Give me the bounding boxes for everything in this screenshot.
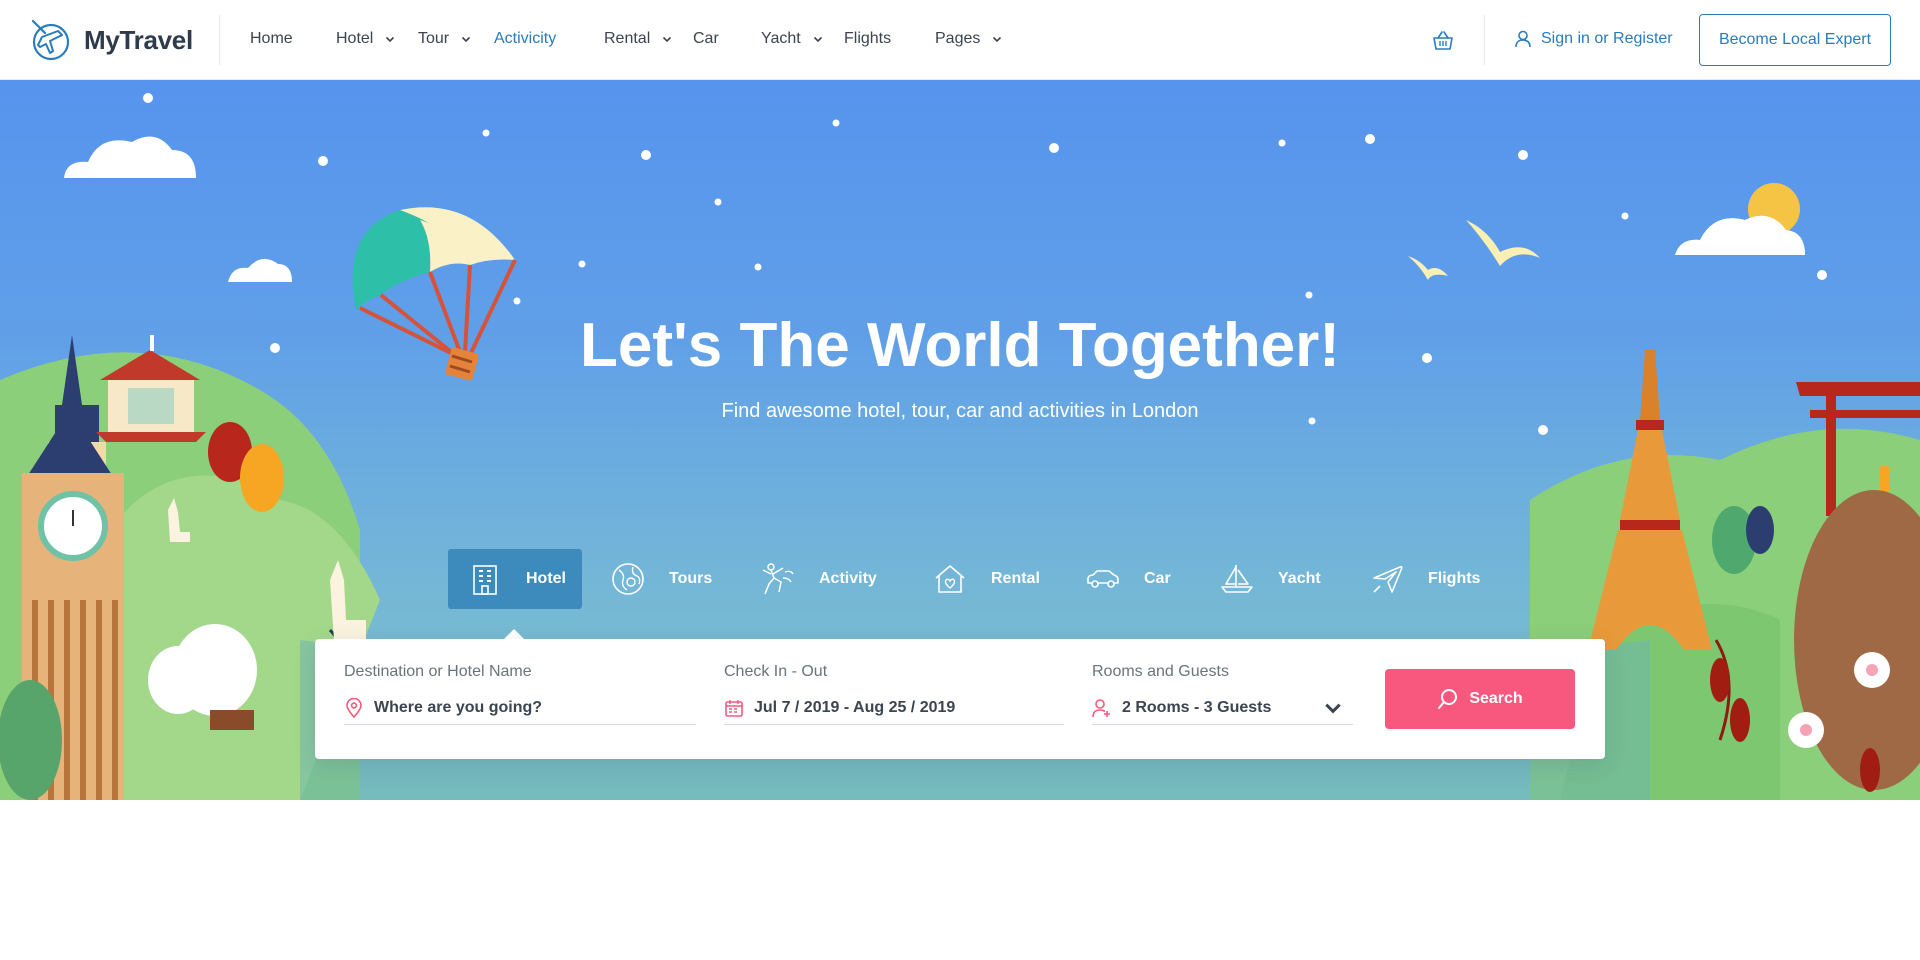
destination-placeholder: Where are you going?: [374, 698, 543, 716]
guests-field: Rooms and Guests 2 Rooms - 3 Guests: [1092, 663, 1353, 725]
tab-hotel[interactable]: Hotel: [448, 549, 582, 609]
dates-field: Check In - Out Jul 7 / 2019 - Aug 25 / 2…: [724, 663, 1064, 725]
nav-yacht[interactable]: Yacht: [761, 30, 823, 48]
airplane-icon: [1373, 566, 1403, 593]
nav-flights[interactable]: Flights: [844, 30, 891, 48]
activity-climber-icon: [762, 563, 794, 595]
nav-car[interactable]: Car: [693, 30, 719, 48]
search-button-label: Search: [1469, 690, 1523, 707]
signin-link[interactable]: Sign in or Register: [1514, 30, 1673, 48]
site-header: MyTravel Home Hotel Tour Activicity Rent…: [0, 0, 1920, 80]
search-button[interactable]: Search: [1385, 669, 1575, 729]
tab-flights[interactable]: Flights: [1370, 549, 1480, 609]
map-pin-icon: [346, 697, 362, 718]
hero-section: Let's The World Together! Find awesome h…: [0, 80, 1920, 800]
guests-select[interactable]: 2 Rooms - 3 Guests: [1092, 691, 1353, 725]
signin-label: Sign in or Register: [1541, 30, 1673, 47]
nav-hotel-label: Hotel: [336, 30, 374, 47]
tab-tours[interactable]: Tours: [611, 549, 712, 609]
search-icon: [1438, 689, 1458, 709]
logo-text: MyTravel: [84, 24, 193, 55]
search-form: Destination or Hotel Name Where are you …: [315, 639, 1605, 759]
nav-yacht-label: Yacht: [761, 30, 801, 47]
nav-pages-label: Pages: [935, 30, 981, 47]
car-icon: [1087, 570, 1119, 588]
tab-flights-label: Flights: [1428, 570, 1481, 587]
become-local-expert-button[interactable]: Become Local Expert: [1699, 14, 1891, 66]
chevron-down-icon: [813, 36, 822, 43]
chevron-down-icon: [462, 36, 471, 43]
user-icon: [1515, 30, 1531, 48]
site-logo[interactable]: MyTravel: [28, 18, 193, 62]
header-divider: [1484, 15, 1485, 65]
yacht-icon: [1221, 565, 1253, 593]
nav-rental-label: Rental: [604, 30, 651, 47]
calendar-icon: [725, 699, 743, 717]
nav-home[interactable]: Home: [250, 30, 293, 48]
nav-tour-label: Tour: [418, 30, 450, 47]
tab-hotel-label: Hotel: [526, 570, 566, 587]
chevron-down-icon: [663, 36, 672, 43]
tab-yacht-label: Yacht: [1278, 570, 1321, 587]
chevron-down-icon: [386, 36, 395, 43]
hero-subtitle: Find awesome hotel, tour, car and activi…: [721, 400, 1199, 422]
nav-activity[interactable]: Activicity: [494, 30, 556, 48]
user-add-icon: [1092, 698, 1110, 717]
nav-flights-label: Flights: [844, 30, 892, 47]
dates-input[interactable]: Jul 7 / 2019 - Aug 25 / 2019: [724, 691, 1064, 725]
tab-activity[interactable]: Activity: [761, 549, 877, 609]
nav-hotel[interactable]: Hotel: [336, 30, 395, 48]
guests-label: Rooms and Guests: [1092, 663, 1229, 680]
nav-activity-label: Activicity: [494, 30, 557, 47]
chevron-down-icon: [993, 36, 1002, 43]
destination-input[interactable]: Where are you going?: [344, 691, 696, 725]
globe-tour-icon: [612, 563, 644, 595]
tab-yacht[interactable]: Yacht: [1220, 549, 1321, 609]
logo-plane-icon: [31, 19, 70, 61]
nav-car-label: Car: [693, 30, 719, 47]
tab-activity-label: Activity: [819, 570, 877, 587]
header-divider: [219, 15, 220, 65]
nav-rental[interactable]: Rental: [604, 30, 672, 48]
tab-car[interactable]: Car: [1086, 549, 1171, 609]
tab-rental-label: Rental: [991, 570, 1040, 587]
nav-home-label: Home: [250, 30, 293, 47]
rental-house-icon: [935, 565, 965, 593]
guests-value: 2 Rooms - 3 Guests: [1122, 698, 1272, 716]
dates-value: Jul 7 / 2019 - Aug 25 / 2019: [754, 698, 956, 716]
nav-pages[interactable]: Pages: [935, 30, 1002, 48]
dates-label: Check In - Out: [724, 663, 828, 680]
destination-label: Destination or Hotel Name: [344, 663, 532, 680]
hotel-building-icon: [473, 565, 497, 595]
destination-field: Destination or Hotel Name Where are you …: [344, 663, 696, 725]
tab-tours-label: Tours: [669, 570, 713, 587]
chevron-down-icon: [1325, 703, 1341, 713]
hero-title: Let's The World Together!: [580, 311, 1340, 380]
basket-icon[interactable]: [1432, 30, 1454, 52]
tab-rental[interactable]: Rental: [933, 549, 1040, 609]
tab-car-label: Car: [1144, 570, 1171, 587]
nav-tour[interactable]: Tour: [418, 30, 471, 48]
